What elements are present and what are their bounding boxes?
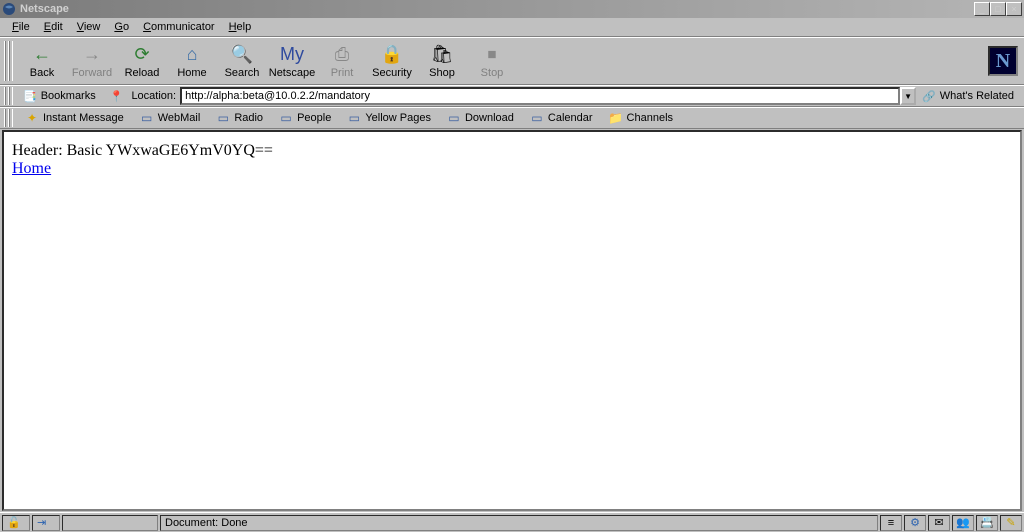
menu-file[interactable]: File (6, 20, 36, 34)
netscape-logo: N (988, 46, 1018, 76)
whats-related-icon: 🔗 (922, 90, 936, 103)
maximize-button[interactable]: □ (990, 2, 1006, 16)
component-bar-icon-6[interactable]: ✎ (1000, 515, 1022, 531)
calendar-icon: ▭ (530, 111, 544, 125)
component-bar-icon-1[interactable]: ≡ (880, 515, 902, 531)
component-bar-icon-2[interactable]: ⚙ (904, 515, 926, 531)
shop-button[interactable]: 🛍Shop (417, 39, 467, 83)
netscape-button[interactable]: MyNetscape (267, 39, 317, 83)
security-button[interactable]: 🔒Security (367, 39, 417, 83)
yellow-pages-label: Yellow Pages (365, 112, 431, 124)
statusbar: 🔓 ⇥ Document: Done ≡ ⚙ ✉ 👥 📇 ✎ (0, 512, 1024, 532)
security-icon: 🔒 (380, 44, 404, 66)
page-content: Header: Basic YWxwaGE6YmV0YQ== Home (2, 130, 1022, 511)
app-icon (2, 2, 16, 16)
home-label: Home (177, 67, 206, 79)
webmail-icon: ▭ (140, 111, 154, 125)
status-progress (62, 515, 158, 531)
home-link[interactable]: Home (12, 160, 51, 177)
toolbar: ←Back→Forward⟳Reload⌂Home🔍SearchMyNetsca… (0, 37, 1024, 85)
personal-toolbar: ✦ Instant Message ▭ WebMail ▭ Radio ▭ People ▭ Ye… (0, 107, 1024, 129)
locbar-handle[interactable] (4, 87, 13, 105)
forward-icon: → (80, 44, 104, 66)
status-online-icon[interactable]: ⇥ (32, 515, 60, 531)
search-label: Search (225, 67, 260, 79)
channels-icon: 📁 (609, 111, 623, 125)
bookmarks-label: Bookmarks (41, 90, 96, 102)
component-bar-icon-5[interactable]: 📇 (976, 515, 998, 531)
stop-label: Stop (481, 67, 504, 79)
search-button[interactable]: 🔍Search (217, 39, 267, 83)
personal-download[interactable]: ▭ Download (439, 110, 522, 126)
menubar: File Edit View Go Communicator Help (0, 18, 1024, 37)
personal-webmail[interactable]: ▭ WebMail (132, 110, 209, 126)
location-indicator-icon: 📍 (110, 90, 124, 103)
personal-channels[interactable]: 📁 Channels (601, 110, 681, 126)
close-button[interactable]: × (1006, 2, 1022, 16)
print-icon: ⎙ (330, 44, 354, 66)
instant-message-icon: ✦ (25, 111, 39, 125)
download-icon: ▭ (447, 111, 461, 125)
titlebar: Netscape _ □ × (0, 0, 1024, 18)
forward-button: →Forward (67, 39, 117, 83)
home-button[interactable]: ⌂Home (167, 39, 217, 83)
home-icon: ⌂ (180, 44, 204, 66)
stop-icon: ⏹ (480, 44, 504, 66)
back-button[interactable]: ←Back (17, 39, 67, 83)
netscape-label: Netscape (269, 67, 315, 79)
personalbar-handle[interactable] (4, 109, 13, 127)
print-label: Print (331, 67, 354, 79)
location-label: Location: (131, 90, 176, 102)
menu-go[interactable]: Go (108, 20, 135, 34)
component-bar-icon-3[interactable]: ✉ (928, 515, 950, 531)
reload-icon: ⟳ (130, 44, 154, 66)
personal-instant-message[interactable]: ✦ Instant Message (17, 110, 132, 126)
whats-related-button[interactable]: 🔗 What's Related (916, 90, 1020, 103)
menu-communicator[interactable]: Communicator (137, 20, 221, 34)
people-label: People (297, 112, 331, 124)
instant-message-label: Instant Message (43, 112, 124, 124)
location-dropdown[interactable]: ▼ (900, 87, 916, 105)
shop-icon: 🛍 (430, 44, 454, 66)
shop-label: Shop (429, 67, 455, 79)
location-bar: 📑 Bookmarks 📍 Location: ▼ 🔗 What's Relat… (0, 85, 1024, 107)
whats-related-label: What's Related (940, 90, 1014, 102)
search-icon: 🔍 (230, 44, 254, 66)
radio-icon: ▭ (216, 111, 230, 125)
status-message: Document: Done (160, 515, 878, 531)
minimize-button[interactable]: _ (974, 2, 990, 16)
back-label: Back (30, 67, 54, 79)
channels-label: Channels (627, 112, 673, 124)
print-button: ⎙Print (317, 39, 367, 83)
netscape-icon: My (280, 44, 304, 66)
personal-yellow-pages[interactable]: ▭ Yellow Pages (339, 110, 439, 126)
reload-button[interactable]: ⟳Reload (117, 39, 167, 83)
component-bar-icon-4[interactable]: 👥 (952, 515, 974, 531)
personal-calendar[interactable]: ▭ Calendar (522, 110, 601, 126)
forward-label: Forward (72, 67, 112, 79)
status-security-icon[interactable]: 🔓 (2, 515, 30, 531)
header-text: Header: Basic YWxwaGE6YmV0YQ== (12, 142, 1012, 160)
back-icon: ← (30, 44, 54, 66)
personal-people[interactable]: ▭ People (271, 110, 339, 126)
bookmarks-icon: 📑 (23, 90, 37, 103)
reload-label: Reload (125, 67, 160, 79)
download-label: Download (465, 112, 514, 124)
personal-radio[interactable]: ▭ Radio (208, 110, 271, 126)
menu-help[interactable]: Help (223, 20, 258, 34)
calendar-label: Calendar (548, 112, 593, 124)
location-input[interactable] (180, 87, 900, 105)
bookmarks-button[interactable]: 📑 Bookmarks (17, 90, 102, 103)
security-label: Security (372, 67, 412, 79)
window-title: Netscape (20, 3, 974, 15)
yellow-pages-icon: ▭ (347, 111, 361, 125)
stop-button: ⏹Stop (467, 39, 517, 83)
menu-edit[interactable]: Edit (38, 20, 69, 34)
people-icon: ▭ (279, 111, 293, 125)
webmail-label: WebMail (158, 112, 201, 124)
radio-label: Radio (234, 112, 263, 124)
menu-view[interactable]: View (71, 20, 107, 34)
toolbar-handle[interactable] (4, 41, 13, 81)
